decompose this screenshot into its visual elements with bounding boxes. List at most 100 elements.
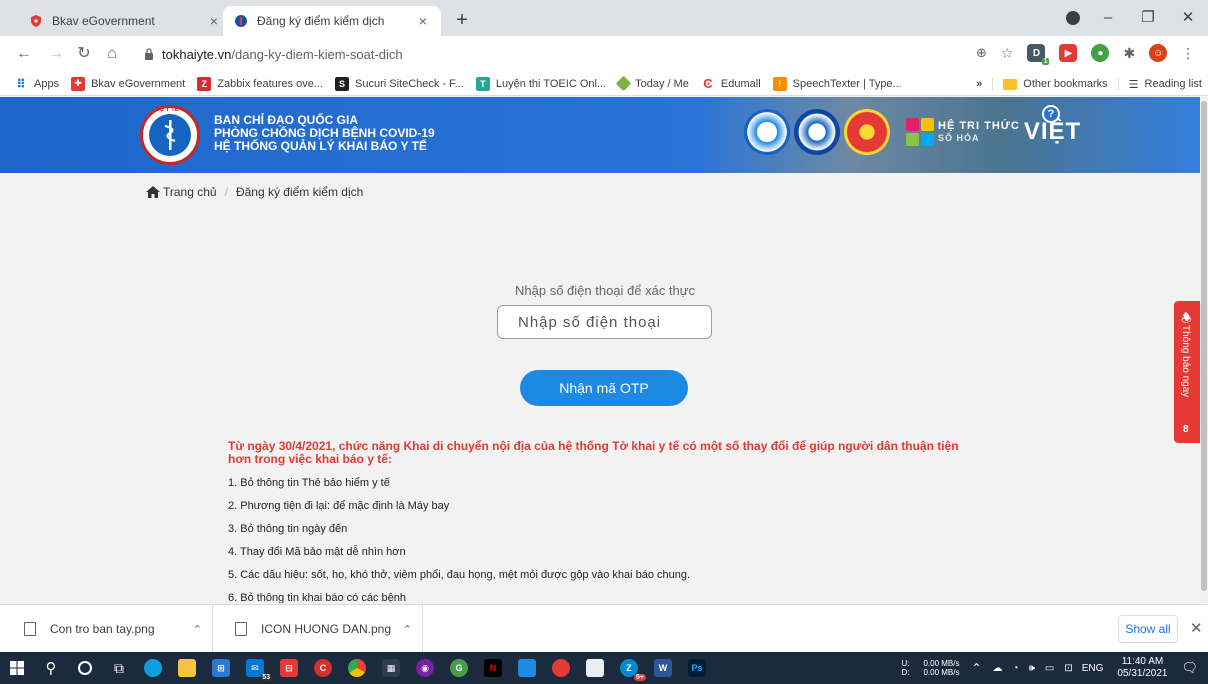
- bookmark-speechtexter[interactable]: ! SpeechTexter | Type...: [772, 76, 902, 91]
- home-icon[interactable]: ⌂: [102, 44, 122, 64]
- htt-blocks-icon: [906, 118, 934, 146]
- today-icon: [615, 75, 632, 92]
- home-icon: [146, 186, 160, 198]
- photoshop-icon[interactable]: Ps: [680, 652, 714, 684]
- download-item[interactable]: Con tro ban tay.png ⌃: [0, 605, 213, 653]
- folder-icon: [1003, 78, 1018, 90]
- windows-start-icon[interactable]: [0, 652, 34, 684]
- wifi-icon[interactable]: ◔: [1013, 663, 1019, 674]
- list-item: 4. Thay đổi Mã bảo mật dễ nhìn hơn: [228, 546, 406, 558]
- browser-toolbar: ← → ↻ ⌂ tokhaiyte.vn/dang-ky-diem-kiem-s…: [0, 36, 1208, 72]
- download-item[interactable]: ICON HUONG DAN.png ⌃: [213, 605, 423, 653]
- zalo-icon[interactable]: Z 5+: [612, 652, 646, 684]
- sucuri-icon: S: [335, 76, 350, 91]
- restore-icon[interactable]: ❐: [1128, 0, 1168, 36]
- tab-close-icon[interactable]: ×: [206, 13, 222, 29]
- list-item: 1. Bỏ thông tin Thẻ bảo hiểm y tế: [228, 477, 390, 489]
- notification-side-tab[interactable]: 🕭 Thông báo ngay 8: [1174, 301, 1202, 443]
- other-bookmarks-button[interactable]: Other bookmarks: [1023, 78, 1107, 90]
- tab-dang-ky-diem-kiem-dich[interactable]: Đăng ký điểm kiểm dịch ×: [223, 6, 441, 36]
- ministry-of-health-logo[interactable]: BỘ Y TẾ: [140, 105, 200, 165]
- mail-icon[interactable]: ✉ 53: [238, 652, 272, 684]
- downloads-close-icon[interactable]: ✕: [1190, 619, 1203, 637]
- zalo-badge: 5+: [634, 674, 646, 681]
- breadcrumb-current: Đăng ký điểm kiểm dịch: [235, 185, 364, 199]
- chevron-up-icon[interactable]: ⌃: [403, 623, 412, 636]
- breadcrumb: Trang chủ / Đăng ký điểm kiểm dịch: [146, 185, 363, 199]
- new-tab-button[interactable]: +: [450, 9, 474, 33]
- side-tab-count: 8: [1183, 424, 1189, 435]
- store-icon[interactable]: ⊞: [204, 652, 238, 684]
- logo-text: BỘ Y TẾ: [155, 107, 179, 113]
- page-scrollbar[interactable]: [1200, 97, 1208, 603]
- task-view-icon[interactable]: ⧉: [102, 652, 136, 684]
- word-icon[interactable]: W: [646, 652, 680, 684]
- notice-section: Từ ngày 30/4/2021, chức năng Khai di chu…: [228, 440, 968, 604]
- bookmark-sucuri[interactable]: S Sucuri SiteCheck - F...: [335, 76, 464, 91]
- language-indicator[interactable]: ENG: [1082, 663, 1104, 674]
- network-tool-icon[interactable]: ⊟: [272, 652, 306, 684]
- speechtexter-icon: !: [772, 76, 787, 91]
- netflix-icon[interactable]: N: [476, 652, 510, 684]
- green-app-icon[interactable]: G: [442, 652, 476, 684]
- notepad-icon[interactable]: [578, 652, 612, 684]
- he-tri-thuc-viet-logo[interactable]: HỆ TRI THỨC SỐ HÓA VIỆT ?: [906, 105, 1081, 149]
- media-app-icon[interactable]: C: [306, 652, 340, 684]
- notification-center-icon[interactable]: 🗨: [1181, 660, 1198, 676]
- chrome-menu-icon[interactable]: ⋮: [1181, 45, 1195, 62]
- bookmark-toeic[interactable]: T Luyện thi TOEIC Onl...: [475, 76, 606, 91]
- devtools-extension-icon[interactable]: D1: [1027, 44, 1050, 65]
- reload-icon[interactable]: ↻: [74, 44, 94, 64]
- onedrive-icon[interactable]: ☁: [993, 663, 1003, 674]
- notice-list: 1. Bỏ thông tin Thẻ bảo hiểm y tế 2. Phư…: [228, 472, 968, 603]
- forward-arrow-icon[interactable]: →: [46, 44, 66, 64]
- file-icon: [24, 622, 36, 636]
- zabbix-icon: Z: [197, 76, 212, 91]
- extensions-puzzle-icon[interactable]: ✱: [1123, 45, 1135, 62]
- bookmark-apps[interactable]: ⠿ Apps: [14, 77, 59, 91]
- bookmark-zabbix[interactable]: Z Zabbix features ove...: [197, 76, 323, 91]
- tab-bkav-egovernment[interactable]: Bkav eGovernment ×: [18, 6, 232, 36]
- help-icon[interactable]: ?: [1042, 105, 1060, 123]
- volume-icon[interactable]: 🕪: [1029, 663, 1035, 674]
- blue-app-icon[interactable]: [510, 652, 544, 684]
- edge-icon[interactable]: [136, 652, 170, 684]
- green-extension-icon[interactable]: ●: [1091, 44, 1110, 62]
- show-all-button[interactable]: Show all: [1118, 615, 1178, 643]
- get-otp-button[interactable]: Nhận mã OTP: [520, 370, 688, 406]
- bookmark-bkav-egovernment[interactable]: ✚ Bkav eGovernment: [71, 76, 185, 91]
- browser-tab-strip: Bkav eGovernment × Đăng ký điểm kiểm dịc…: [0, 0, 1208, 36]
- bookmark-edumall[interactable]: Ͼ Edumall: [701, 76, 760, 91]
- cortana-icon[interactable]: [68, 652, 102, 684]
- search-icon[interactable]: ⚲: [34, 652, 68, 684]
- battery-icon[interactable]: ▭: [1045, 663, 1054, 674]
- profile-avatar[interactable]: ☺: [1149, 44, 1168, 62]
- address-bar[interactable]: tokhaiyte.vn/dang-ky-diem-kiem-soat-dich: [128, 40, 1000, 68]
- calculator-icon[interactable]: ▦: [374, 652, 408, 684]
- tray-chevron-icon[interactable]: ⌃: [971, 661, 981, 675]
- zoom-icon[interactable]: ⊕: [976, 45, 987, 61]
- chrome-icon[interactable]: [340, 652, 374, 684]
- list-item: 3. Bỏ thông tin ngày đến: [228, 523, 348, 535]
- profile-menu-icon[interactable]: [1066, 11, 1080, 25]
- minimize-icon[interactable]: –: [1088, 0, 1128, 36]
- clock[interactable]: 11:40 AM 05/31/2021: [1117, 656, 1167, 680]
- file-explorer-icon[interactable]: [170, 652, 204, 684]
- podcast-icon[interactable]: ◉: [408, 652, 442, 684]
- bookmark-star-icon[interactable]: ☆: [1001, 45, 1014, 62]
- bookmark-today-me[interactable]: Today / Me: [615, 75, 689, 92]
- breadcrumb-home[interactable]: Trang chủ: [146, 185, 217, 199]
- reading-list-button[interactable]: Reading list: [1145, 78, 1202, 90]
- opera-icon[interactable]: [544, 652, 578, 684]
- chevron-up-icon[interactable]: ⌃: [193, 623, 202, 636]
- tab-title: Đăng ký điểm kiểm dịch: [257, 14, 385, 28]
- phone-number-input[interactable]: [497, 305, 712, 339]
- back-arrow-icon[interactable]: ←: [14, 44, 34, 64]
- input-method-icon[interactable]: ⊡: [1064, 663, 1072, 674]
- tab-close-icon[interactable]: ×: [415, 13, 431, 29]
- video-extension-icon[interactable]: ▶: [1059, 44, 1078, 62]
- bookmarks-overflow-button[interactable]: »: [976, 78, 982, 90]
- apps-grid-icon: ⠿: [16, 76, 26, 91]
- window-close-icon[interactable]: ✕: [1168, 0, 1208, 36]
- system-tray: U: D: 0.00 MB/s 0.00 MB/s ⌃ ☁ ◔ 🕪 ▭ ⊡ ENG …: [901, 652, 1208, 684]
